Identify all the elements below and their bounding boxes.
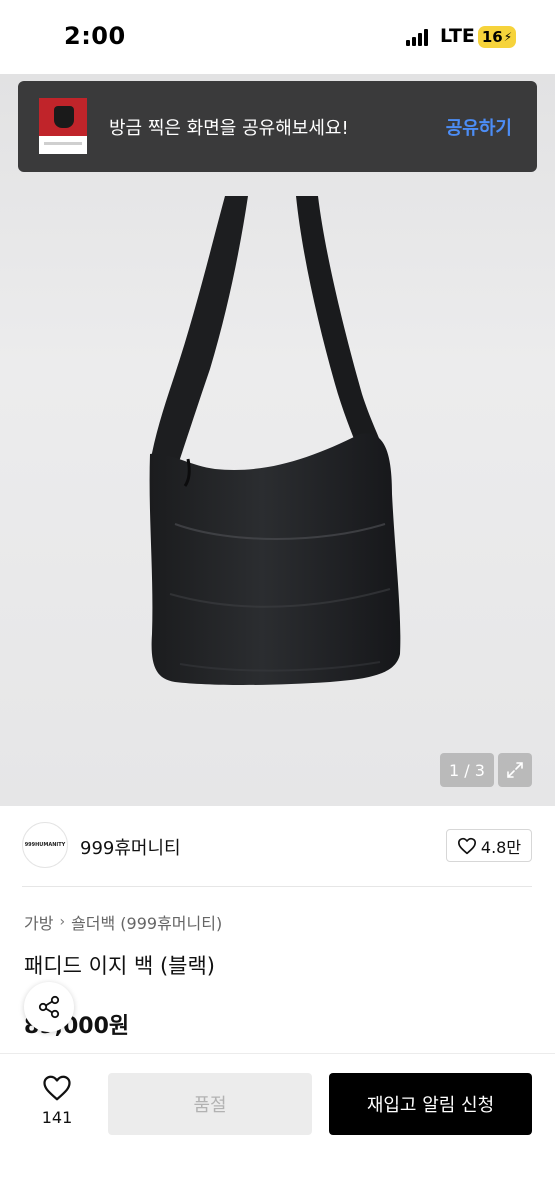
product-image[interactable] <box>0 74 555 806</box>
brand-name[interactable]: 999휴머니티 <box>80 834 181 860</box>
breadcrumb-subcategory[interactable]: 숄더백 (999휴머니티) <box>71 910 222 934</box>
divider <box>22 886 532 887</box>
breadcrumb-category[interactable]: 가방 <box>24 910 53 934</box>
battery-icon: 16 ⚡ <box>478 26 516 48</box>
bag-illustration <box>149 196 401 685</box>
wish-count: 141 <box>41 1108 73 1127</box>
toast-share-button[interactable]: 공유하기 <box>446 114 512 140</box>
signal-icon <box>406 29 432 46</box>
wish-button[interactable]: 141 <box>30 1074 84 1134</box>
restock-alert-button[interactable]: 재입고 알림 신청 <box>329 1073 532 1135</box>
status-time: 2:00 <box>64 22 126 50</box>
brand-row[interactable]: 999HUMANITY 999휴머니티 4.8만 <box>22 822 532 872</box>
toast-message: 방금 찍은 화면을 공유해보세요! <box>109 118 349 139</box>
gallery-pager: 1 / 3 <box>440 753 494 787</box>
breadcrumb: 가방 › 숄더백 (999휴머니티) <box>24 910 222 934</box>
expand-icon <box>507 762 523 778</box>
expand-button[interactable] <box>498 753 532 787</box>
brand-like-count: 4.8만 <box>480 837 522 857</box>
soldout-button: 품절 <box>108 1073 312 1135</box>
chevron-right-icon: › <box>59 914 66 930</box>
brand-like-button[interactable]: 4.8만 <box>446 829 532 862</box>
brand-logo[interactable]: 999HUMANITY <box>22 822 68 868</box>
share-button[interactable] <box>24 982 74 1032</box>
battery-level: 16 <box>481 28 503 46</box>
share-icon <box>38 995 60 1019</box>
bottom-action-bar: 141 품절 재입고 알림 신청 <box>0 1053 555 1200</box>
status-bar: 2:00 LTE 16 ⚡ <box>0 0 555 74</box>
heart-icon <box>457 837 476 854</box>
network-label: LTE <box>440 25 475 47</box>
share-toast: 방금 찍은 화면을 공유해보세요! 공유하기 <box>18 81 537 172</box>
screenshot-thumbnail <box>39 98 87 154</box>
product-title: 패디드 이지 백 (블랙) <box>24 954 215 978</box>
heart-icon <box>43 1075 71 1101</box>
